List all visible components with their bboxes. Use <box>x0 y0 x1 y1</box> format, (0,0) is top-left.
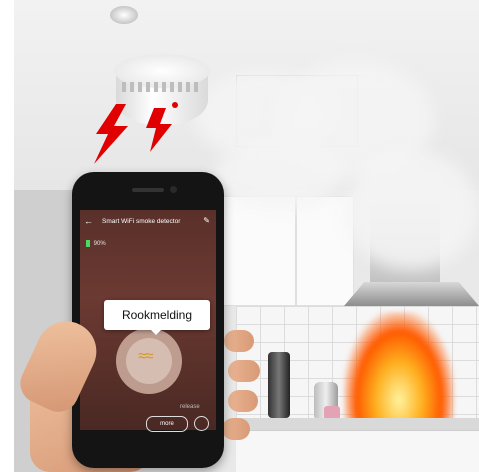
lightning-bolt-icon <box>146 108 172 152</box>
countertop <box>236 418 479 430</box>
smoke-cloud <box>214 140 344 210</box>
notification-pointer <box>150 329 162 335</box>
phone-screen: ← Smart WiFi smoke detector ✎ 90% ≈≈ Roo… <box>80 210 216 430</box>
battery-level: 90% <box>93 241 106 248</box>
finger <box>228 360 260 382</box>
finger <box>222 418 250 440</box>
alarm-notification[interactable]: Rookmelding <box>104 300 210 330</box>
juicer <box>268 352 290 418</box>
pencil-icon[interactable]: ✎ <box>203 216 210 225</box>
more-button[interactable]: more <box>146 416 188 432</box>
settings-ring-icon[interactable] <box>194 416 209 431</box>
smoke-icon: ≈≈ <box>138 348 154 365</box>
range-hood-base <box>344 282 479 306</box>
ceiling-downlight <box>110 6 138 24</box>
finger <box>228 390 258 412</box>
phone-speaker <box>132 188 164 192</box>
battery-icon <box>86 240 90 247</box>
app-header: ← Smart WiFi smoke detector ✎ <box>80 214 216 230</box>
app-title: Smart WiFi smoke detector <box>102 218 181 225</box>
upper-cabinet-left <box>220 196 296 306</box>
lightning-bolt-icon <box>94 104 128 164</box>
lower-cabinets <box>236 430 479 472</box>
alarm-text: Rookmelding <box>121 308 193 322</box>
fire <box>344 312 454 422</box>
smoke-cloud <box>344 150 479 270</box>
arrow-left-icon[interactable]: ← <box>84 216 93 226</box>
smoke-detector-vents <box>122 82 202 92</box>
phone-camera <box>170 186 177 193</box>
finger <box>224 330 254 352</box>
bottom-hint-text: release <box>180 404 200 410</box>
battery-status: 90% <box>86 240 106 247</box>
more-label: more <box>160 421 174 427</box>
